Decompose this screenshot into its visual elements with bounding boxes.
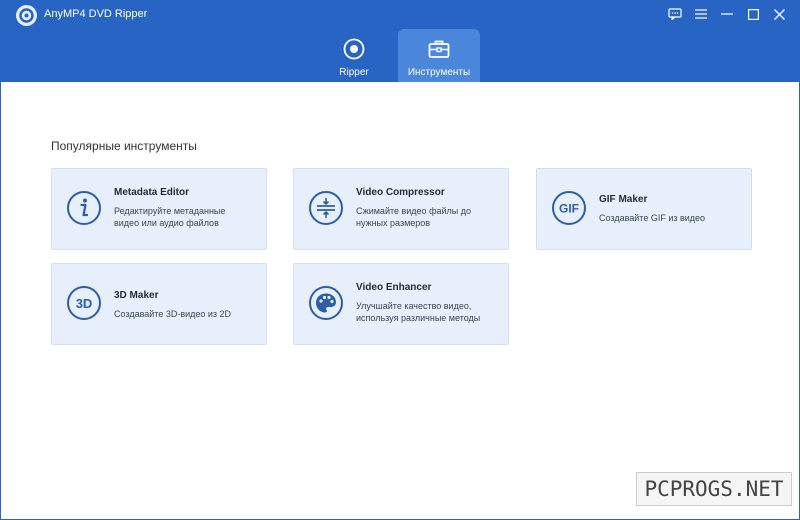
- section-title: Популярные инструменты: [51, 139, 197, 153]
- 3d-icon: 3D: [67, 286, 101, 320]
- close-button[interactable]: [766, 4, 792, 24]
- tool-description: Создавайте 3D-видео из 2D: [114, 309, 232, 319]
- tool-title: Video Enhancer: [356, 282, 432, 293]
- minimize-icon: [721, 13, 733, 15]
- minimize-button[interactable]: [714, 4, 740, 24]
- watermark: PCPROGS.NET: [636, 472, 792, 506]
- tool-description: Сжимайте видео файлы до нужных размеров: [356, 206, 471, 228]
- toolbox-icon: [428, 40, 450, 58]
- tool-card-gif-maker[interactable]: GIF GIF Maker Создавайте GIF из видео: [536, 168, 752, 250]
- disc-icon: [343, 38, 365, 60]
- tool-description: Редактируйте метаданные видео или аудио …: [114, 206, 226, 228]
- maximize-button[interactable]: [740, 4, 766, 24]
- title-bar: AnyMP4 DVD Ripper Ripper Инструменты: [0, 0, 800, 82]
- tools-panel: Популярные инструменты Metadata Editor Р…: [0, 82, 800, 520]
- tool-description: Создавайте GIF из видео: [599, 213, 706, 223]
- svg-text:GIF: GIF: [559, 202, 579, 216]
- tool-card-metadata-editor[interactable]: Metadata Editor Редактируйте метаданные …: [51, 168, 267, 250]
- menu-icon: [695, 9, 707, 19]
- tab-label: Ripper: [339, 67, 369, 78]
- tool-title: 3D Maker: [114, 290, 159, 301]
- maximize-icon: [747, 8, 759, 20]
- close-icon: [773, 8, 785, 20]
- tool-card-video-compressor[interactable]: Video Compressor Сжимайте видео файлы до…: [293, 168, 509, 250]
- menu-button[interactable]: [688, 4, 714, 24]
- tool-title: GIF Maker: [599, 194, 648, 205]
- tab-ripper[interactable]: Ripper: [318, 29, 390, 82]
- palette-icon: [309, 286, 343, 320]
- tool-card-video-enhancer[interactable]: Video Enhancer Улучшайте качество видео,…: [293, 263, 509, 345]
- tab-tools[interactable]: Инструменты: [398, 29, 480, 82]
- compress-icon: [309, 191, 343, 225]
- tab-label: Инструменты: [407, 67, 471, 78]
- feedback-button[interactable]: [662, 4, 688, 24]
- tool-card-3d-maker[interactable]: 3D 3D Maker Создавайте 3D-видео из 2D: [51, 263, 267, 345]
- tool-title: Video Compressor: [356, 187, 445, 198]
- svg-text:3D: 3D: [76, 296, 93, 311]
- tool-title: Metadata Editor: [114, 187, 190, 198]
- tool-description: Улучшайте качество видео, используя разл…: [356, 301, 481, 323]
- info-icon: [67, 191, 101, 225]
- feedback-icon: [668, 8, 682, 20]
- gif-icon: GIF: [552, 191, 586, 225]
- app-logo-icon: [16, 5, 37, 26]
- app-title: AnyMP4 DVD Ripper: [44, 8, 148, 20]
